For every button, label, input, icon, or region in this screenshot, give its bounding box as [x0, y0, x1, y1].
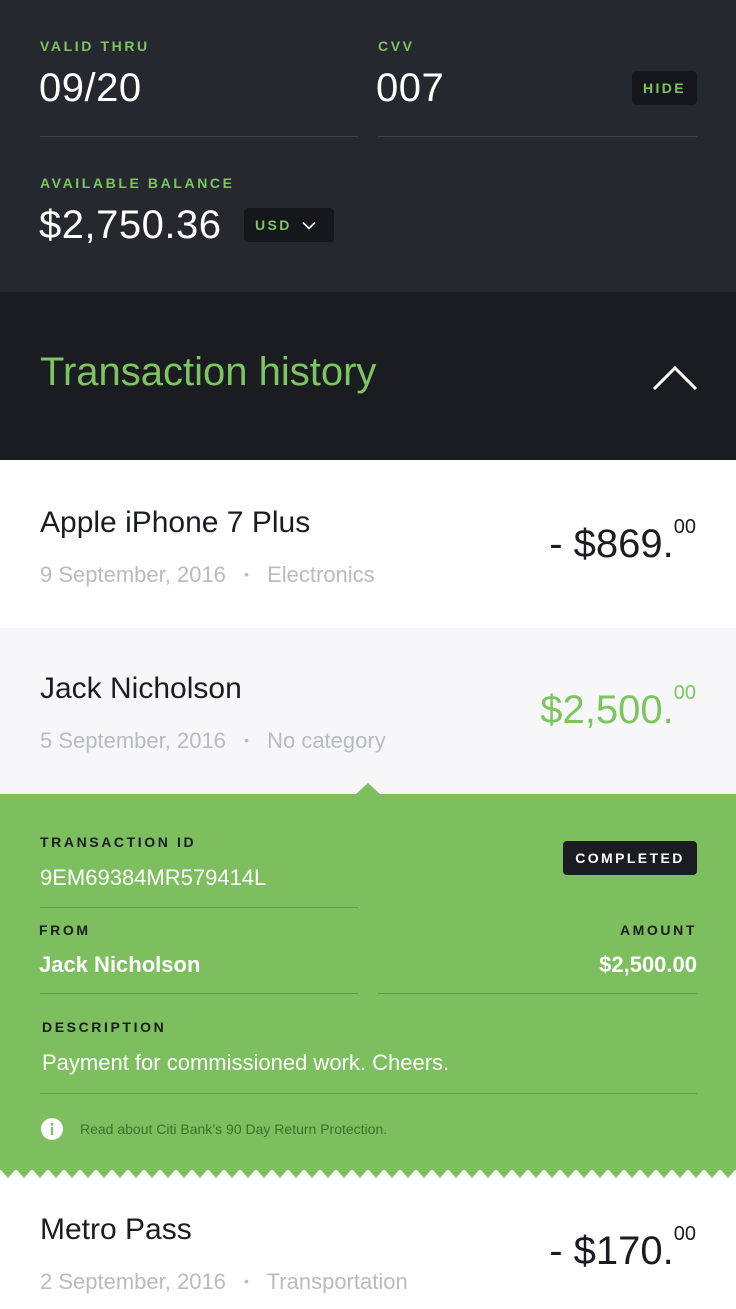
transaction-date: 2 September, 2016 — [40, 1269, 226, 1294]
separator-dot: • — [244, 566, 249, 582]
valid-thru-value: 09/20 — [39, 66, 142, 110]
transaction-meta: 5 September, 2016 • No category — [40, 728, 386, 754]
transaction-id-label: TRANSACTION ID — [40, 834, 197, 850]
status-badge: COMPLETED — [563, 841, 697, 875]
from-label: FROM — [39, 922, 91, 938]
amount-cents: 00 — [673, 682, 696, 704]
chevron-up-icon[interactable] — [652, 364, 698, 392]
separator-dot: • — [244, 732, 249, 748]
description-value: Payment for commissioned work. Cheers. — [42, 1050, 450, 1075]
zigzag-edge — [0, 1169, 736, 1179]
cvv-value: 007 — [376, 66, 445, 110]
divider — [378, 993, 697, 994]
amount-main: - $170. — [549, 1229, 674, 1273]
divider — [378, 136, 697, 137]
divider — [40, 907, 358, 908]
amount-value: $2,500.00 — [599, 952, 697, 977]
transaction-meta: 9 September, 2016 • Electronics — [40, 562, 375, 588]
balance-label: AVAILABLE BALANCE — [40, 175, 235, 191]
transaction-id-value: 9EM69384MR579414L — [40, 865, 267, 890]
divider — [40, 993, 358, 994]
transaction-category: Transportation — [266, 1269, 408, 1294]
transaction-name: Metro Pass — [40, 1213, 192, 1246]
description-label: DESCRIPTION — [42, 1019, 167, 1035]
separator-dot: • — [244, 1273, 249, 1289]
transaction-name: Apple iPhone 7 Plus — [40, 506, 311, 539]
hide-cvv-button[interactable]: HIDE — [632, 71, 697, 105]
cvv-label: CVV — [378, 38, 415, 54]
divider — [40, 1093, 697, 1094]
transaction-date: 9 September, 2016 — [40, 562, 226, 587]
transaction-category: No category — [267, 728, 386, 753]
amount-label: AMOUNT — [619, 922, 697, 938]
transaction-category: Electronics — [267, 562, 375, 587]
pointer-notch — [355, 783, 381, 795]
transaction-name: Jack Nicholson — [40, 672, 242, 705]
transaction-date: 5 September, 2016 — [40, 728, 226, 753]
amount-cents: 00 — [673, 1223, 696, 1245]
transaction-amount: - $869.00 — [549, 516, 696, 567]
currency-select[interactable]: USD — [244, 208, 334, 242]
from-value: Jack Nicholson — [39, 952, 201, 977]
amount-main: - $869. — [549, 522, 674, 566]
chevron-down-icon — [302, 221, 316, 230]
amount-cents: 00 — [673, 516, 696, 538]
balance-value: $2,750.36 — [39, 203, 222, 247]
divider — [40, 136, 358, 137]
transaction-amount: - $170.00 — [549, 1223, 696, 1274]
transaction-amount: $2,500.00 — [540, 682, 696, 733]
section-title: Transaction history — [40, 350, 377, 394]
valid-thru-label: VALID THRU — [40, 38, 150, 54]
transaction-meta: 2 September, 2016 • Transportation — [40, 1269, 408, 1295]
info-icon[interactable] — [40, 1117, 64, 1141]
amount-main: $2,500. — [540, 688, 674, 732]
currency-label: USD — [255, 217, 292, 233]
return-protection-link[interactable]: Read about Citi Bank’s 90 Day Return Pro… — [80, 1121, 387, 1137]
